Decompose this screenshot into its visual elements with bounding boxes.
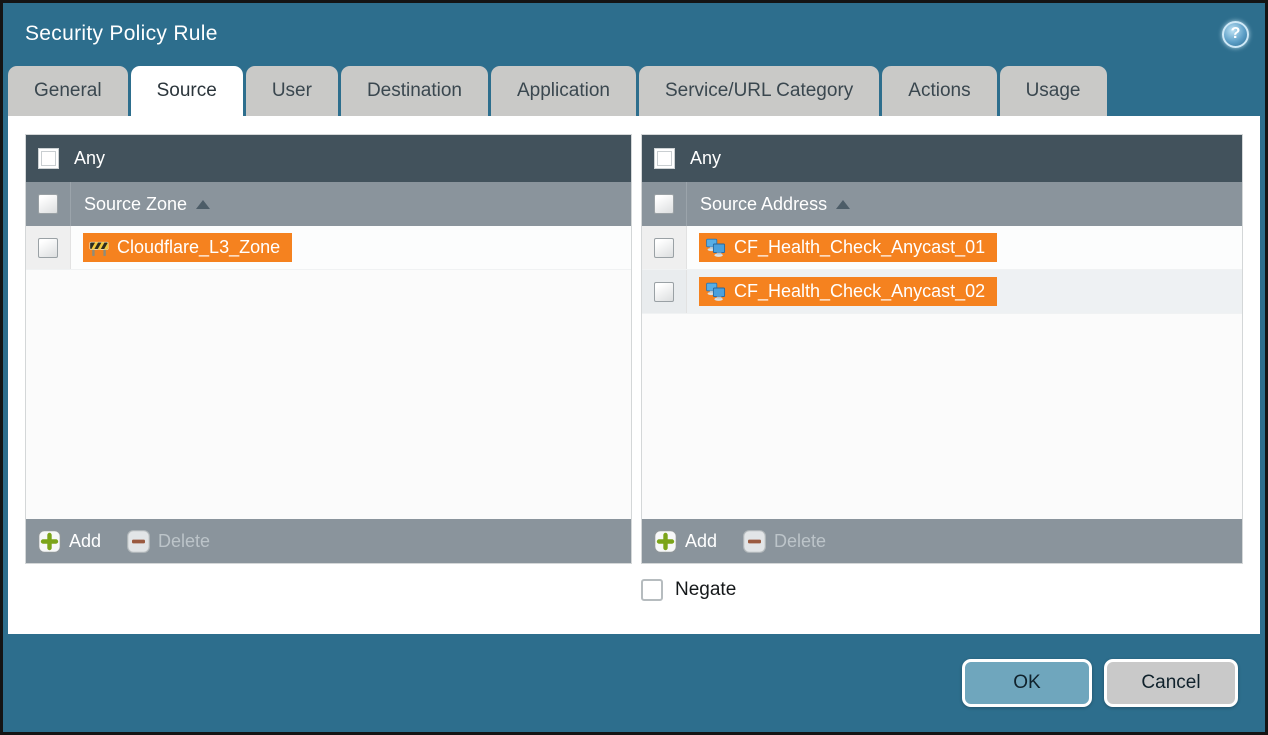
source-zone-column-header: Source Zone bbox=[26, 182, 631, 226]
source-zone-footer: Add Delete bbox=[26, 519, 631, 563]
sort-asc-icon bbox=[836, 200, 850, 209]
add-button[interactable]: Add bbox=[38, 530, 101, 553]
source-zone-value: Cloudflare_L3_Zone bbox=[117, 237, 280, 258]
source-address-row1-checkbox[interactable] bbox=[654, 238, 674, 258]
source-address-column-header: Source Address bbox=[642, 182, 1242, 226]
table-row: Cloudflare_L3_Zone bbox=[26, 226, 631, 270]
source-address-value-chip[interactable]: CF_Health_Check_Anycast_01 bbox=[699, 233, 997, 262]
source-zone-panel: Any Source Zone bbox=[25, 134, 632, 564]
negate-row: Negate bbox=[641, 579, 1243, 601]
source-address-any-band: Any bbox=[642, 135, 1242, 182]
tab-application[interactable]: Application bbox=[491, 66, 636, 116]
delete-button[interactable]: Delete bbox=[127, 530, 210, 553]
security-policy-rule-dialog: Security Policy Rule ? General Source Us… bbox=[0, 0, 1268, 735]
source-zone-select-all-checkbox[interactable] bbox=[38, 194, 58, 214]
tab-source[interactable]: Source bbox=[131, 66, 243, 116]
add-icon bbox=[38, 530, 61, 553]
address-icon bbox=[705, 237, 726, 258]
source-zone-any-checkbox[interactable] bbox=[38, 148, 59, 169]
title-bar: Security Policy Rule ? bbox=[3, 3, 1265, 65]
dialog-title: Security Policy Rule bbox=[25, 22, 218, 46]
delete-label: Delete bbox=[774, 531, 826, 552]
add-button[interactable]: Add bbox=[654, 530, 717, 553]
source-address-column-label[interactable]: Source Address bbox=[700, 194, 827, 215]
delete-button[interactable]: Delete bbox=[743, 530, 826, 553]
tab-user[interactable]: User bbox=[246, 66, 338, 116]
tab-general[interactable]: General bbox=[8, 66, 128, 116]
row-check-cell bbox=[642, 226, 687, 269]
source-address-list: CF_Health_Check_Anycast_01 bbox=[642, 226, 1242, 519]
row-check-cell bbox=[642, 270, 687, 313]
address-icon bbox=[705, 281, 726, 302]
source-zone-header-check-cell bbox=[26, 182, 71, 226]
delete-icon bbox=[743, 530, 766, 553]
source-address-panel: Any Source Address bbox=[641, 134, 1243, 564]
source-zone-value-chip[interactable]: Cloudflare_L3_Zone bbox=[83, 233, 292, 262]
source-zone-any-label: Any bbox=[74, 148, 105, 169]
table-row: CF_Health_Check_Anycast_02 bbox=[642, 270, 1242, 314]
source-address-row2-checkbox[interactable] bbox=[654, 282, 674, 302]
source-zone-list: Cloudflare_L3_Zone bbox=[26, 226, 631, 519]
source-zone-row-checkbox[interactable] bbox=[38, 238, 58, 258]
source-address-header-check-cell bbox=[642, 182, 687, 226]
row-content: CF_Health_Check_Anycast_01 bbox=[687, 226, 997, 269]
tab-destination[interactable]: Destination bbox=[341, 66, 488, 116]
add-label: Add bbox=[685, 531, 717, 552]
dialog-footer: OK Cancel bbox=[3, 634, 1265, 732]
source-address-select-all-checkbox[interactable] bbox=[654, 194, 674, 214]
tab-service-url-category[interactable]: Service/URL Category bbox=[639, 66, 879, 116]
source-address-value: CF_Health_Check_Anycast_01 bbox=[734, 237, 985, 258]
add-icon bbox=[654, 530, 677, 553]
help-icon[interactable]: ? bbox=[1222, 21, 1249, 48]
negate-label: Negate bbox=[675, 579, 736, 601]
zone-icon bbox=[89, 238, 109, 258]
source-address-value-chip[interactable]: CF_Health_Check_Anycast_02 bbox=[699, 277, 997, 306]
source-address-value: CF_Health_Check_Anycast_02 bbox=[734, 281, 985, 302]
source-zone-any-band: Any bbox=[26, 135, 631, 182]
tab-usage[interactable]: Usage bbox=[1000, 66, 1107, 116]
cancel-button[interactable]: Cancel bbox=[1104, 659, 1238, 707]
tab-bar: General Source User Destination Applicat… bbox=[3, 65, 1265, 116]
sort-asc-icon bbox=[196, 200, 210, 209]
table-row: CF_Health_Check_Anycast_01 bbox=[642, 226, 1242, 270]
row-content: Cloudflare_L3_Zone bbox=[71, 226, 292, 269]
source-tab-content: Any Source Zone bbox=[8, 116, 1260, 634]
ok-button[interactable]: OK bbox=[962, 659, 1092, 707]
row-content: CF_Health_Check_Anycast_02 bbox=[687, 270, 997, 313]
panels-container: Any Source Zone bbox=[25, 134, 1243, 564]
source-address-any-label: Any bbox=[690, 148, 721, 169]
source-address-footer: Add Delete bbox=[642, 519, 1242, 563]
delete-icon bbox=[127, 530, 150, 553]
row-check-cell bbox=[26, 226, 71, 269]
source-address-any-checkbox[interactable] bbox=[654, 148, 675, 169]
source-zone-column-label[interactable]: Source Zone bbox=[84, 194, 187, 215]
tab-actions[interactable]: Actions bbox=[882, 66, 996, 116]
add-label: Add bbox=[69, 531, 101, 552]
delete-label: Delete bbox=[158, 531, 210, 552]
negate-checkbox[interactable] bbox=[641, 579, 663, 601]
